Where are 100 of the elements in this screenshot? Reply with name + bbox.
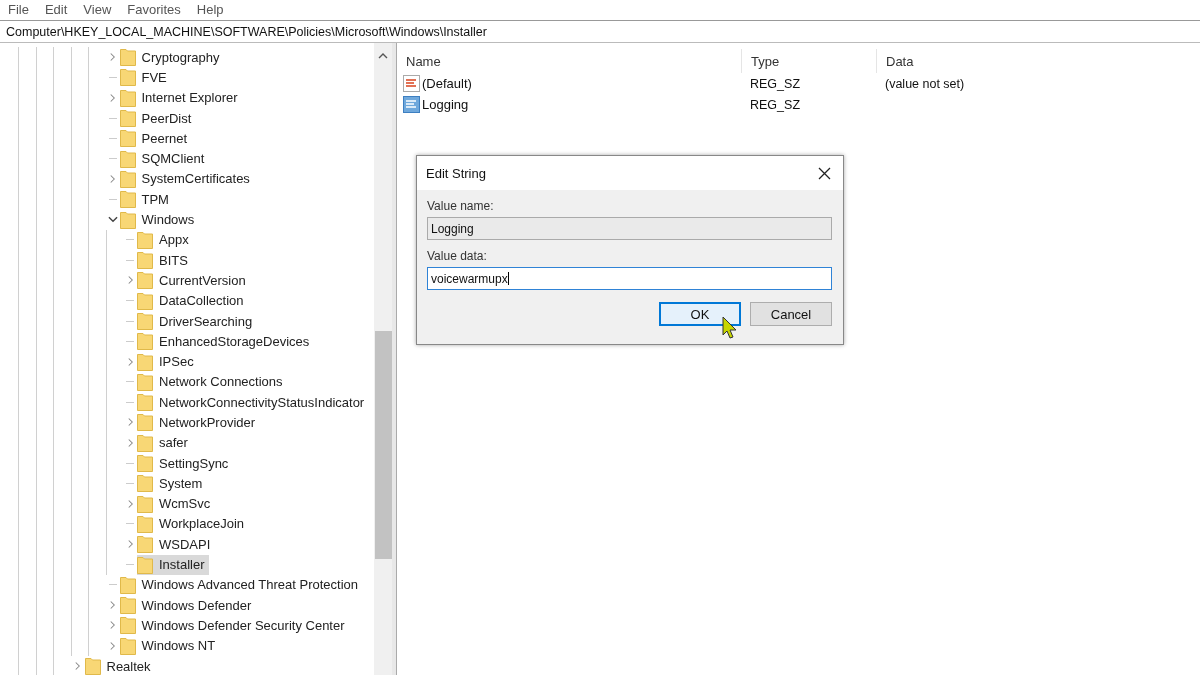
chevron-right-icon[interactable] [109, 92, 116, 103]
folder-icon [137, 433, 153, 452]
folder-icon [119, 596, 136, 615]
tree-item[interactable]: SystemCertificates [119, 168, 254, 189]
tree-item[interactable]: Network Connections [137, 371, 287, 392]
folder-icon [137, 494, 153, 513]
folder-icon [119, 190, 136, 209]
value-data: (value not set) [884, 76, 965, 91]
tree-item[interactable]: WorkplaceJoin [137, 513, 249, 534]
tree-item[interactable]: System [137, 473, 207, 494]
address-bar[interactable]: Computer\HKEY_LOCAL_MACHINE\SOFTWARE\Policies\Microsoft\Windows\Installer [0, 20, 1200, 43]
tree-item[interactable]: NetworkConnectivityStatusIndicator [137, 392, 369, 413]
tree-item[interactable]: Internet Explorer [119, 87, 242, 108]
folder-icon [137, 413, 153, 432]
column-header[interactable]: Data [877, 49, 1077, 73]
scroll-up-icon[interactable] [378, 53, 388, 59]
scrollbar[interactable] [374, 43, 392, 675]
folder-icon [137, 555, 153, 574]
column-header[interactable]: Name [397, 49, 742, 73]
tree-item[interactable]: IPSec [137, 351, 198, 372]
dialog-button[interactable]: OK [659, 302, 741, 326]
value-data-field[interactable]: voicewarmupx [427, 267, 832, 290]
folder-icon [119, 616, 136, 635]
tree-item[interactable]: safer [137, 432, 192, 453]
tree-item[interactable]: WSDAPI [137, 534, 215, 555]
chevron-right-icon[interactable] [109, 640, 116, 651]
tree-item[interactable]: EnhancedStorageDevices [137, 331, 314, 352]
tree-item[interactable]: CurrentVersion [137, 270, 250, 291]
value-type: REG_SZ [749, 97, 801, 112]
value-type: REG_SZ [749, 76, 801, 91]
chevron-right-icon[interactable] [74, 661, 81, 672]
folder-icon [137, 230, 153, 249]
folder-icon [137, 474, 153, 493]
folder-icon [137, 291, 153, 310]
tree-item[interactable]: DataCollection [137, 290, 248, 311]
menu-item[interactable]: Edit [44, 2, 76, 17]
folder-icon [119, 636, 136, 655]
chevron-right-icon[interactable] [126, 498, 134, 509]
folder-icon [119, 48, 136, 67]
tree-item[interactable]: FVE [119, 67, 171, 88]
folder-icon [137, 535, 153, 554]
folder-icon [119, 129, 136, 148]
chevron-right-icon[interactable] [126, 356, 134, 367]
tree-item[interactable]: PeerDist [119, 108, 196, 129]
folder-icon [119, 210, 136, 229]
dialog-title: Edit String [426, 165, 486, 181]
tree-item[interactable]: SettingSync [137, 453, 233, 474]
folder-icon [119, 149, 136, 168]
menu-item[interactable]: Favorites [127, 2, 189, 17]
chevron-right-icon[interactable] [126, 275, 134, 286]
chevron-right-icon[interactable] [109, 600, 116, 611]
chevron-right-icon[interactable] [109, 173, 116, 184]
tree-item[interactable]: SQMClient [119, 148, 209, 169]
chevron-right-icon[interactable] [126, 539, 134, 550]
folder-icon [137, 372, 153, 391]
tree-item[interactable]: DriverSearching [137, 311, 257, 331]
chevron-right-icon[interactable] [126, 437, 134, 448]
chevron-right-icon[interactable] [126, 417, 134, 428]
folder-icon [119, 88, 136, 107]
value-name[interactable]: (Default) [422, 76, 472, 91]
folder-icon [137, 393, 153, 412]
folder-icon [137, 514, 153, 533]
scrollbar-thumb[interactable] [374, 331, 392, 559]
address-path: Computer\HKEY_LOCAL_MACHINE\SOFTWARE\Policies\Microsoft\Windows\Installer [6, 24, 487, 39]
tree-item[interactable]: Installer [137, 554, 209, 575]
tree-item[interactable]: Appx [137, 229, 193, 250]
tree-item[interactable]: Windows Defender [119, 595, 256, 616]
dialog-button[interactable]: Cancel [750, 302, 832, 326]
column-header[interactable]: Type [742, 49, 877, 73]
folder-icon [137, 454, 153, 473]
chevron-down-icon[interactable] [107, 216, 118, 223]
tree-item[interactable]: Windows Defender Security Center [119, 615, 349, 636]
folder-icon [137, 271, 153, 290]
folder-icon [137, 352, 153, 371]
tree-item[interactable]: Peernet [119, 128, 192, 149]
folder-icon [119, 109, 136, 128]
tree-item[interactable]: WcmSvc [137, 493, 215, 514]
tree-item[interactable]: Windows Advanced Threat Protection [119, 574, 363, 595]
chevron-right-icon[interactable] [109, 620, 116, 631]
tree-item[interactable]: NetworkProvider [137, 412, 260, 433]
menu-item[interactable]: Help [196, 2, 232, 17]
close-icon[interactable] [818, 166, 831, 180]
tree-item[interactable]: Cryptography [119, 47, 224, 68]
folder-icon [84, 657, 101, 675]
value-name[interactable]: Logging [422, 97, 469, 112]
chevron-right-icon[interactable] [109, 52, 116, 63]
field-label: Value data: [427, 249, 488, 263]
field-label: Value name: [427, 199, 495, 213]
folder-icon [119, 575, 136, 594]
tree-item[interactable]: Windows NT [119, 635, 220, 656]
tree-item[interactable]: TPM [119, 189, 173, 210]
menu-item[interactable]: View [83, 2, 120, 17]
tree-item[interactable]: Windows [119, 209, 199, 230]
tree-item[interactable]: Realtek [84, 656, 155, 675]
menu-item[interactable]: File [8, 2, 37, 17]
value-name-field[interactable]: Logging [427, 217, 832, 240]
folder-icon [137, 312, 153, 330]
cursor-icon [722, 316, 738, 340]
tree-item[interactable]: BITS [137, 250, 192, 271]
folder-icon [137, 332, 153, 351]
